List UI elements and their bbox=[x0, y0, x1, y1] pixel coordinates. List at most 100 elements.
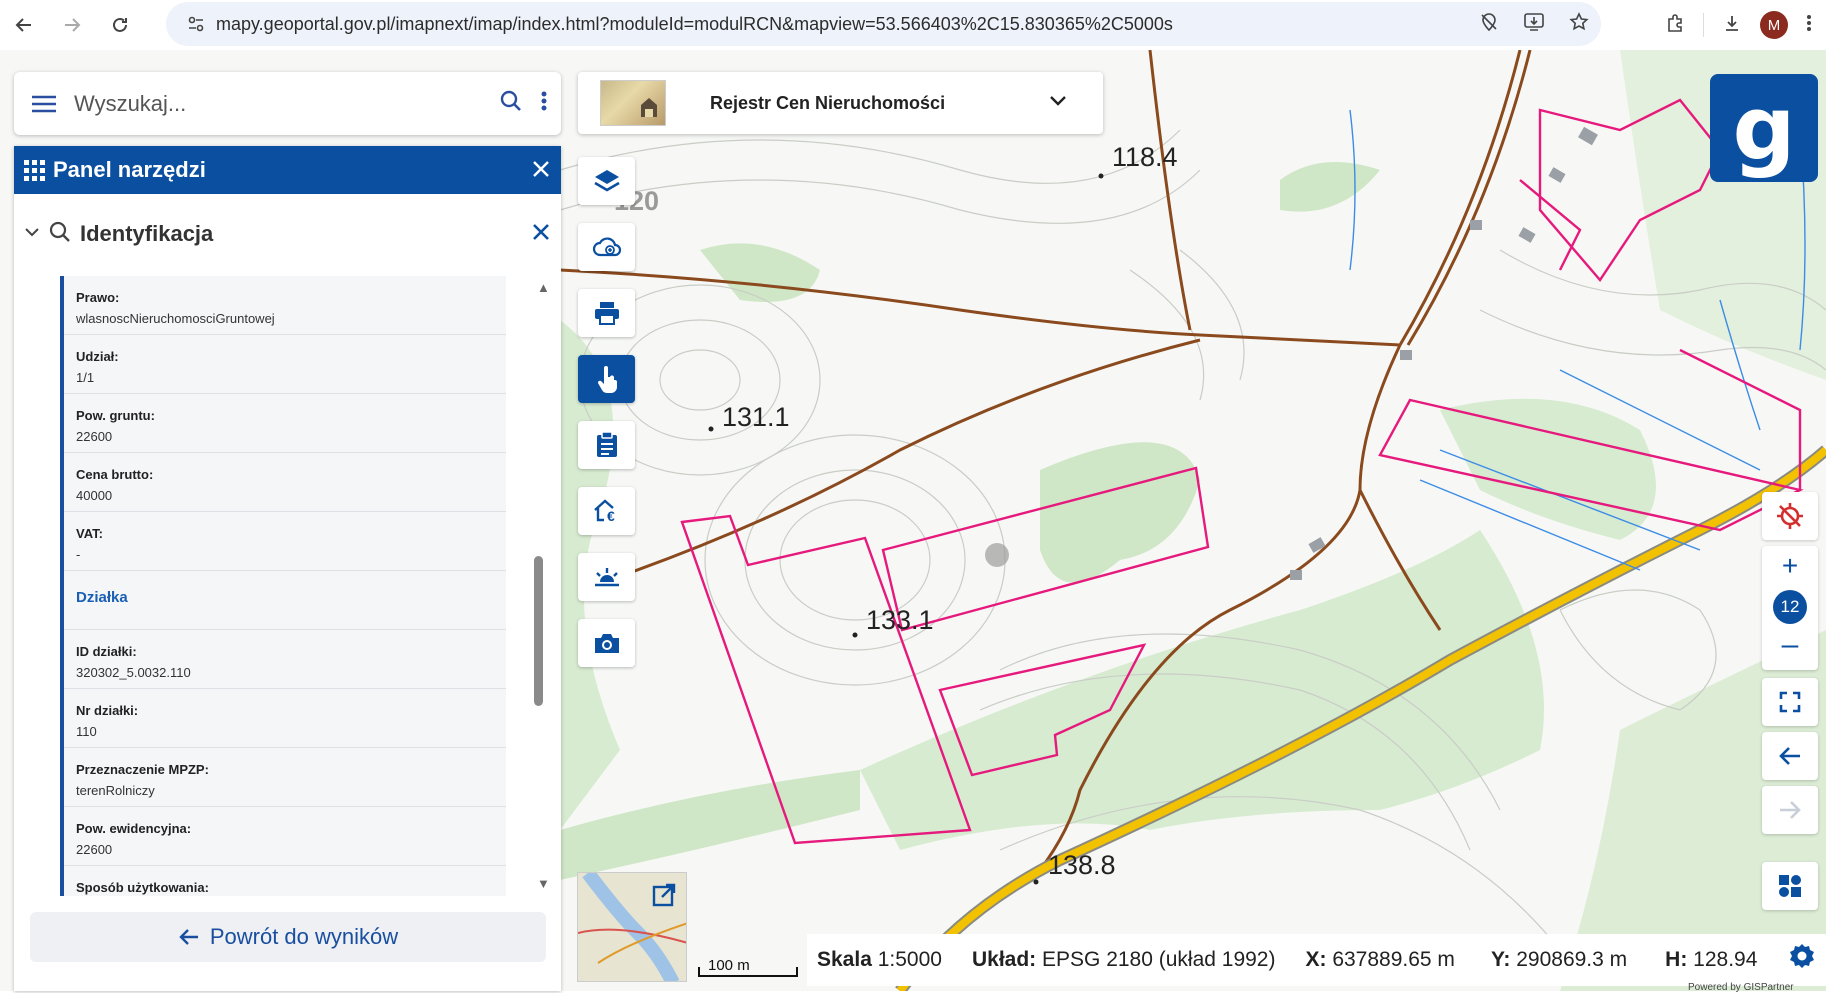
section-heading: Działka bbox=[64, 571, 506, 630]
back-to-results-button[interactable]: Powrót do wyników bbox=[30, 912, 546, 962]
detail-key: Prawo: bbox=[76, 290, 120, 305]
arrow-left-icon bbox=[179, 929, 198, 945]
clipboard-button[interactable] bbox=[578, 421, 635, 469]
identification-header[interactable]: Identyfikacja bbox=[14, 194, 561, 274]
detail-value: 320302_5.0032.110 bbox=[76, 665, 191, 680]
svg-text:€: € bbox=[607, 508, 615, 524]
arrow-right-icon bbox=[1780, 801, 1801, 819]
detail-value: 22600 bbox=[76, 429, 113, 444]
zoom-out-button[interactable]: – bbox=[1762, 628, 1818, 662]
chevron-down-icon[interactable] bbox=[24, 225, 40, 243]
y-value: 290869.3 m bbox=[1516, 948, 1628, 971]
detail-row: Prawo: wlasnoscNieruchomosciGruntowej bbox=[64, 276, 506, 335]
extensions-icon[interactable] bbox=[1665, 13, 1685, 38]
close-tools-panel-icon[interactable] bbox=[531, 156, 551, 184]
detail-key: Udział: bbox=[76, 349, 119, 364]
tools-panel-header: Panel narzędzi bbox=[14, 146, 561, 194]
scroll-down-arrow-icon[interactable]: ▼ bbox=[537, 876, 550, 891]
layers-icon bbox=[593, 170, 620, 192]
open-external-icon[interactable] bbox=[652, 883, 676, 912]
detail-value: - bbox=[76, 547, 81, 562]
cloud-service-button[interactable] bbox=[578, 223, 635, 271]
scroll-up-arrow-icon[interactable]: ▲ bbox=[537, 280, 550, 295]
detail-row: Sposób użytkowania: bbox=[64, 866, 506, 896]
powered-by-label: Powered by GISPartner bbox=[1688, 982, 1794, 993]
tools-panel-title: Panel narzędzi bbox=[53, 157, 206, 182]
address-bar[interactable]: mapy.geoportal.gov.pl/imapnext/imap/inde… bbox=[166, 2, 1601, 46]
detail-row: Cena brutto: 40000 bbox=[64, 453, 506, 512]
next-view-button[interactable] bbox=[1762, 786, 1818, 834]
forward-arrow-icon[interactable] bbox=[48, 0, 96, 50]
detail-row: Przeznaczenie MPZP: terenRolniczy bbox=[64, 748, 506, 807]
y-label: Y: bbox=[1490, 948, 1511, 971]
browser-menu-icon[interactable] bbox=[1806, 13, 1812, 38]
layers-button[interactable] bbox=[578, 157, 635, 205]
install-app-icon[interactable] bbox=[1523, 12, 1545, 37]
search-icon bbox=[48, 220, 72, 249]
crs-readout[interactable]: Układ: EPSG 2180 (układ 1992) bbox=[972, 948, 1276, 972]
apps-grid-icon bbox=[24, 159, 45, 181]
detail-key: Nr działki: bbox=[76, 703, 139, 718]
close-identification-icon[interactable] bbox=[531, 218, 551, 248]
elevation-label: 133.1 bbox=[866, 605, 934, 635]
detail-key: VAT: bbox=[76, 526, 103, 541]
cloud-add-icon bbox=[592, 237, 621, 257]
identification-details: Prawo: wlasnoscNieruchomosciGruntowej Ud… bbox=[60, 276, 506, 896]
search-input[interactable] bbox=[74, 90, 454, 117]
detail-value: 40000 bbox=[76, 488, 113, 503]
identify-button[interactable] bbox=[578, 355, 635, 403]
map-compare-button[interactable] bbox=[1762, 862, 1818, 910]
print-button[interactable] bbox=[578, 289, 635, 337]
detail-value: 1/1 bbox=[76, 370, 95, 385]
detail-key: Przeznaczenie MPZP: bbox=[76, 762, 209, 777]
geoportal-logo[interactable]: g bbox=[1710, 74, 1818, 182]
zoom-in-button[interactable]: + bbox=[1762, 550, 1818, 582]
chevron-down-icon[interactable] bbox=[1049, 94, 1067, 112]
location-off-icon[interactable] bbox=[1479, 12, 1499, 37]
browser-toolbar: mapy.geoportal.gov.pl/imapnext/imap/inde… bbox=[0, 0, 1826, 50]
more-options-icon[interactable] bbox=[541, 90, 547, 117]
fullscreen-icon bbox=[1779, 691, 1801, 713]
scale-readout[interactable]: Skala 1:5000 bbox=[817, 948, 942, 972]
detail-value: 22600 bbox=[76, 842, 113, 857]
detail-row: Pow. gruntu: 22600 bbox=[64, 394, 506, 453]
url-text[interactable]: mapy.geoportal.gov.pl/imapnext/imap/inde… bbox=[216, 14, 1173, 35]
sunrise-icon bbox=[594, 568, 619, 587]
crs-label: Układ: bbox=[971, 948, 1037, 971]
detail-key: Sposób użytkowania: bbox=[76, 880, 209, 895]
fullscreen-button[interactable] bbox=[1762, 678, 1818, 726]
detail-row: Udział: 1/1 bbox=[64, 335, 506, 394]
search-icon[interactable] bbox=[499, 89, 523, 118]
screenshot-button[interactable] bbox=[578, 619, 635, 667]
profile-avatar[interactable]: M bbox=[1760, 11, 1788, 39]
settings-gear-icon[interactable] bbox=[1788, 942, 1816, 976]
overview-minimap[interactable] bbox=[577, 872, 687, 982]
x-coordinate: X: 637889.65 m bbox=[1305, 948, 1454, 972]
gps-off-icon bbox=[1777, 503, 1803, 529]
elevation-label: 138.8 bbox=[1048, 850, 1116, 880]
hamburger-menu-icon[interactable] bbox=[14, 94, 74, 114]
print-icon bbox=[594, 302, 619, 325]
detail-key: Cena brutto: bbox=[76, 467, 154, 482]
detail-value: 110 bbox=[76, 724, 97, 739]
bookmark-star-icon[interactable] bbox=[1569, 11, 1589, 37]
scrollbar-thumb[interactable] bbox=[534, 556, 543, 706]
h-value: 128.94 bbox=[1693, 948, 1758, 971]
site-info-icon[interactable] bbox=[176, 15, 216, 33]
scale-bar: 100 m bbox=[698, 955, 798, 977]
module-selector[interactable]: Rejestr Cen Nieruchomości bbox=[578, 72, 1103, 134]
status-bar: Skala 1:5000 Układ: EPSG 2180 (układ 199… bbox=[807, 934, 1826, 986]
back-arrow-icon[interactable] bbox=[0, 0, 48, 50]
detail-value: terenRolniczy bbox=[76, 783, 155, 798]
zoom-control: + 12 – bbox=[1762, 546, 1818, 670]
x-label: X: bbox=[1305, 948, 1327, 971]
previous-view-button[interactable] bbox=[1762, 732, 1818, 780]
detail-row: Nr działki: 110 bbox=[64, 689, 506, 748]
reload-icon[interactable] bbox=[96, 0, 144, 50]
real-estate-price-button[interactable]: € bbox=[578, 487, 635, 535]
download-icon[interactable] bbox=[1722, 13, 1742, 38]
scale-value: 1:5000 bbox=[877, 948, 942, 971]
location-off-button[interactable] bbox=[1762, 492, 1818, 540]
sun-position-button[interactable] bbox=[578, 553, 635, 601]
detail-key: Pow. gruntu: bbox=[76, 408, 155, 423]
